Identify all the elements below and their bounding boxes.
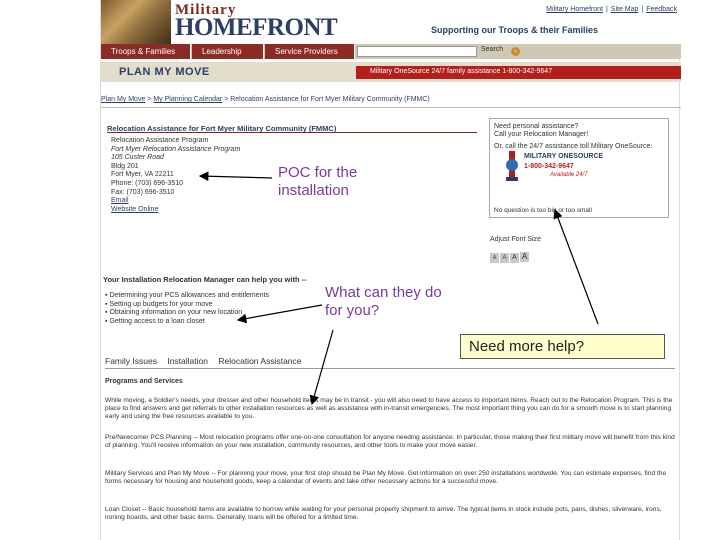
poc-line: 105 Custer Road bbox=[111, 154, 164, 162]
font-size-controls: AAAA bbox=[490, 246, 530, 264]
annotation-line: POC for the bbox=[278, 164, 358, 181]
header-photo bbox=[101, 0, 171, 44]
onesource-availability: Available 24/7 bbox=[550, 172, 588, 178]
program-paragraph: Loan Closet -- Basic household items are… bbox=[105, 506, 662, 522]
tab-divider bbox=[105, 368, 675, 369]
tab-relocation-assistance[interactable]: Relocation Assistance bbox=[218, 356, 301, 366]
nav-tab-troops[interactable]: Troops & Families bbox=[101, 44, 191, 59]
site-header: Military HOMEFRONT Supporting our Troops… bbox=[101, 0, 681, 44]
poc-line: Relocation Assistance Program bbox=[111, 137, 209, 144]
content-tabs: Family Issues Installation Relocation As… bbox=[105, 356, 310, 366]
font-size-button[interactable]: A bbox=[510, 253, 519, 263]
font-size-button[interactable]: A bbox=[500, 253, 509, 263]
annotation-line: for you? bbox=[325, 302, 380, 319]
poc-line: Phone: (703) 696-3510 bbox=[111, 179, 183, 187]
onesource-banner: Military OneSource 24/7 family assistanc… bbox=[356, 66, 681, 79]
help-line: Need personal assistance? bbox=[494, 123, 579, 130]
nav-tab-leadership[interactable]: Leadership bbox=[192, 44, 264, 59]
program-paragraph: Military Services and Plan My Move -- Fo… bbox=[105, 470, 667, 486]
search-input[interactable] bbox=[357, 46, 477, 57]
page-frame: Military HOMEFRONT Supporting our Troops… bbox=[100, 0, 681, 540]
onesource-phone[interactable]: 1-800-342-9647 bbox=[524, 163, 574, 170]
program-paragraph: While moving, a Soldier's needs, your dr… bbox=[105, 397, 673, 421]
help-text: Need personal assistance? Call your Relo… bbox=[494, 123, 652, 151]
tab-family-issues[interactable]: Family Issues bbox=[105, 356, 157, 366]
help-line: Call your Relocation Manager! bbox=[494, 131, 589, 138]
list-item: Getting access to a loan closet bbox=[105, 318, 269, 327]
plan-my-move-title: PLAN MY MOVE bbox=[119, 66, 210, 78]
help-line: Or, call the 24/7 assistance toll Milita… bbox=[494, 143, 653, 150]
top-links: Military Homefront | Site Map | Feedback bbox=[546, 6, 677, 13]
annotation-line: What can they do bbox=[325, 284, 442, 301]
poc-divider bbox=[107, 132, 477, 133]
poc-line: Fort Myer, VA 22211 bbox=[111, 171, 174, 179]
onesource-brand: MILITARY ONESOURCE bbox=[524, 153, 604, 160]
breadcrumb-current: Relocation Assistance for Fort Myer Mili… bbox=[230, 96, 430, 103]
poc-website-link[interactable]: Website Online bbox=[111, 206, 240, 215]
breadcrumb: Plan My Move > My Planning Calendar > Re… bbox=[101, 96, 430, 103]
list-item: Determining your PCS allowances and enti… bbox=[105, 292, 269, 301]
list-item: Obtaining information on your new locati… bbox=[105, 309, 269, 318]
plan-my-move-bar: PLAN MY MOVE Military OneSource 24/7 fam… bbox=[101, 62, 681, 82]
poc-email-link[interactable]: Email bbox=[111, 197, 240, 206]
logo-homefront[interactable]: HOMEFRONT bbox=[175, 14, 338, 42]
poc-line: Fort Myer Relocation Assistance Program bbox=[111, 145, 241, 153]
font-size-label: Adjust Font Size bbox=[490, 236, 541, 243]
tagline: Supporting our Troops & their Families bbox=[431, 25, 599, 35]
top-link-feedback[interactable]: Feedback bbox=[646, 6, 677, 13]
manager-title: Your Installation Relocation Manager can… bbox=[103, 275, 307, 284]
annotation-what: What can they do for you? bbox=[325, 284, 442, 320]
search-go-icon[interactable]: › bbox=[511, 47, 520, 56]
tab-installation[interactable]: Installation bbox=[167, 356, 208, 366]
annotation-line: installation bbox=[278, 182, 349, 199]
programs-title: Programs and Services bbox=[105, 378, 183, 385]
poc-line: Fax: (703) 696-3510 bbox=[111, 188, 175, 196]
onesource-logo-icon bbox=[506, 151, 518, 181]
poc-line: Bldg 201 bbox=[111, 162, 139, 170]
nav-tab-providers[interactable]: Service Providers bbox=[265, 44, 355, 59]
top-link-homefront[interactable]: Military Homefront bbox=[546, 6, 603, 13]
breadcrumb-plan-my-move[interactable]: Plan My Move bbox=[101, 96, 145, 103]
main-nav: Troops & Families Leadership Service Pro… bbox=[101, 44, 681, 59]
top-link-sitemap[interactable]: Site Map bbox=[611, 6, 639, 13]
divider bbox=[101, 107, 681, 108]
font-size-button[interactable]: A bbox=[490, 253, 499, 263]
program-paragraph: Pre/Newcomer PCS Planning -- Most reloca… bbox=[105, 434, 675, 450]
search-label[interactable]: Search bbox=[481, 46, 503, 53]
list-item: Setting up budgets for your move bbox=[105, 301, 269, 310]
poc-details: Relocation Assistance Program Fort Myer … bbox=[111, 137, 240, 214]
help-questions: No question is too big or too small bbox=[494, 207, 592, 214]
font-size-button[interactable]: A bbox=[520, 252, 529, 262]
annotation-need-help: Need more help? bbox=[460, 334, 665, 359]
breadcrumb-calendar[interactable]: My Planning Calendar bbox=[153, 96, 222, 103]
manager-list: Determining your PCS allowances and enti… bbox=[105, 292, 269, 326]
help-panel: Need personal assistance? Call your Relo… bbox=[489, 118, 669, 218]
annotation-poc: POC for the installation bbox=[278, 164, 358, 200]
